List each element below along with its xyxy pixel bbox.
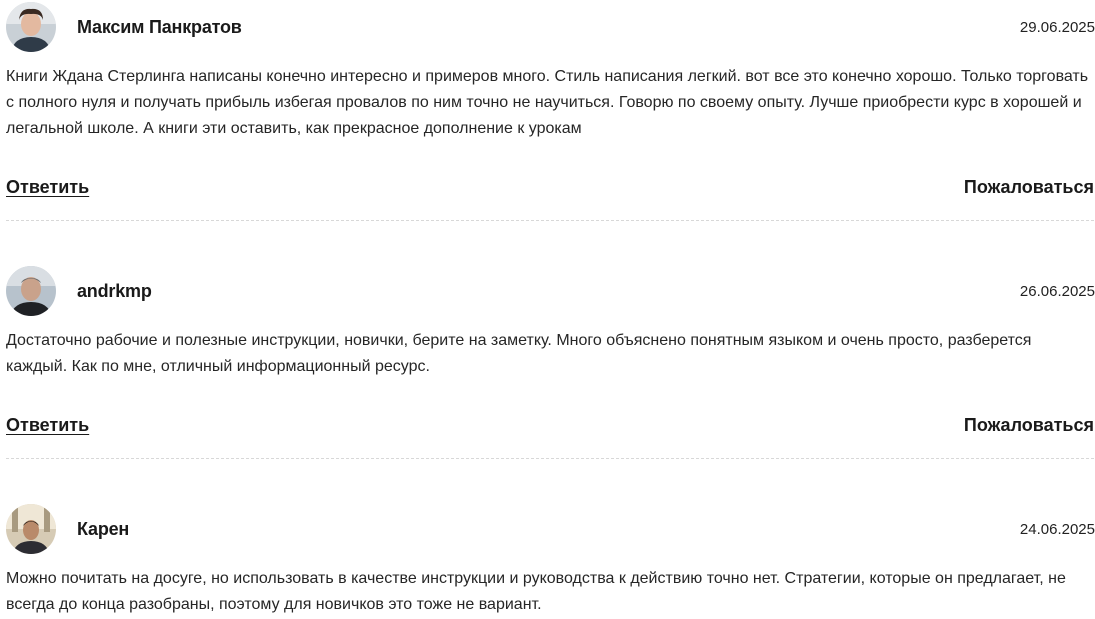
comment-text: Книги Ждана Стерлинга написаны конечно и…: [6, 68, 1089, 137]
avatar[interactable]: [6, 504, 56, 554]
comment-actions: Ответить Пожаловаться: [6, 415, 1094, 439]
comment-text: Достаточно рабочие и полезные инструкции…: [6, 332, 1032, 375]
comment-item: andrkmp 26.06.2025 Достаточно рабочие и …: [0, 264, 1095, 459]
comment-text: Можно почитать на досуге, но использоват…: [6, 570, 1066, 613]
comment-date: 29.06.2025: [1019, 19, 1095, 36]
comments-list: Максим Панкратов 29.06.2025 Книги Ждана …: [0, 0, 1095, 619]
comment-item: Карен 24.06.2025 Можно почитать на досуг…: [0, 502, 1095, 613]
comment-header: andrkmp 26.06.2025: [0, 264, 1095, 318]
avatar-photo-icon: [6, 2, 56, 52]
divider: [6, 458, 1094, 459]
report-link[interactable]: Пожаловаться: [964, 177, 1094, 198]
avatar-photo-icon: [6, 266, 56, 316]
avatar[interactable]: [6, 266, 56, 316]
comment-item: Максим Панкратов 29.06.2025 Книги Ждана …: [0, 0, 1095, 221]
divider: [6, 220, 1094, 221]
comment-author: Карен: [77, 519, 130, 539]
comment-header: Карен 24.06.2025: [0, 502, 1095, 556]
avatar-photo-icon: [6, 504, 56, 554]
comment-date: 26.06.2025: [1019, 283, 1095, 300]
avatar[interactable]: [6, 2, 56, 52]
comment-author: Максим Панкратов: [77, 17, 242, 37]
reply-link[interactable]: Ответить: [6, 415, 89, 436]
comment-actions: Ответить Пожаловаться: [6, 177, 1094, 201]
report-link[interactable]: Пожаловаться: [964, 415, 1094, 436]
reply-link[interactable]: Ответить: [6, 177, 89, 198]
comment-header: Максим Панкратов 29.06.2025: [0, 0, 1095, 54]
comment-author: andrkmp: [77, 281, 152, 301]
comment-date: 24.06.2025: [1019, 521, 1095, 538]
